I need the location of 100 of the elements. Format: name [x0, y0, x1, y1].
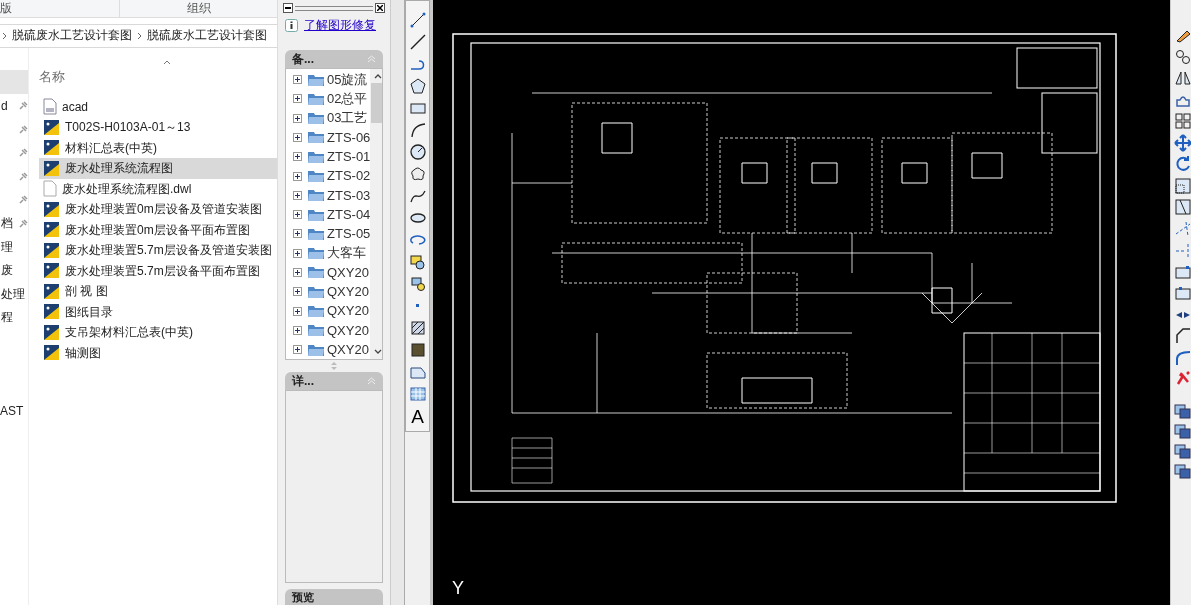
- construction-line-icon[interactable]: [408, 33, 427, 51]
- break-point-icon[interactable]: [1174, 284, 1191, 302]
- expand-icon[interactable]: [293, 229, 302, 239]
- tree-item[interactable]: QXY20: [293, 301, 371, 321]
- layers-icon[interactable]: [1174, 423, 1191, 440]
- tree-item[interactable]: ZTS-05: [293, 224, 371, 244]
- folder-icon: [307, 323, 325, 338]
- rotate-icon[interactable]: [1174, 155, 1191, 173]
- expand-icon[interactable]: [293, 94, 302, 104]
- expand-icon[interactable]: [293, 190, 302, 200]
- tree-item[interactable]: 03工艺: [293, 108, 371, 128]
- text-tool-button[interactable]: A: [411, 407, 424, 427]
- help-link[interactable]: 了解图形修复: [304, 16, 376, 34]
- expand-icon[interactable]: [293, 267, 302, 277]
- nav-item[interactable]: 理: [1, 237, 13, 256]
- column-header[interactable]: 名称: [39, 67, 65, 87]
- file-row[interactable]: 废水处理装置0m层设备及管道安装图: [39, 199, 277, 220]
- layers-icon[interactable]: [1174, 403, 1191, 420]
- address-bar[interactable]: 脱硫废水工艺设计套图 脱硫废水工艺设计套图: [0, 24, 277, 48]
- nav-item[interactable]: 档: [1, 214, 13, 233]
- line-icon[interactable]: [408, 11, 427, 29]
- file-name: 支吊架材料汇总表(中英): [65, 324, 193, 342]
- expand-icon[interactable]: [293, 210, 302, 220]
- file-row[interactable]: acad: [39, 96, 277, 117]
- circle-icon[interactable]: [408, 143, 427, 161]
- folder-icon: [307, 91, 325, 106]
- expand-icon[interactable]: [293, 345, 302, 355]
- file-name: 废水处理装置0m层设备平面布置图: [65, 221, 250, 239]
- minimize-button[interactable]: [283, 3, 293, 13]
- breadcrumb-item[interactable]: 脱硫废水工艺设计套图: [12, 27, 132, 45]
- tree-item[interactable]: ZTS-02: [293, 166, 371, 186]
- layers-icon[interactable]: [1174, 463, 1191, 480]
- chamfer-icon[interactable]: [1174, 327, 1191, 345]
- tree-item[interactable]: 05旋流: [293, 70, 371, 90]
- expand-icon[interactable]: [293, 152, 302, 162]
- folder-icon: [307, 246, 325, 261]
- block-insert-icon[interactable]: [408, 253, 427, 271]
- tree-item[interactable]: ZTS-06: [293, 127, 371, 148]
- file-row[interactable]: 剖 视 图: [39, 281, 277, 302]
- gradient-icon[interactable]: [408, 341, 427, 359]
- drawing-file-icon: [43, 303, 60, 321]
- tree-item[interactable]: QXY20: [293, 262, 371, 283]
- file-row[interactable]: 支吊架材料汇总表(中英): [39, 322, 277, 343]
- expand-icon[interactable]: [293, 248, 302, 258]
- tree-item[interactable]: QXY20: [293, 320, 371, 340]
- file-name: 剖 视 图: [65, 283, 108, 301]
- file-row[interactable]: T002S-H0103A-01～13: [39, 117, 277, 138]
- hatch-icon[interactable]: [408, 319, 427, 337]
- drawing-file-icon: [43, 139, 60, 157]
- tree-item[interactable]: QXY20: [293, 282, 371, 302]
- polygon-icon[interactable]: [408, 77, 427, 95]
- fillet-icon[interactable]: [1174, 348, 1191, 367]
- drawing-canvas[interactable]: Y: [433, 0, 1170, 605]
- tree-item[interactable]: ZTS-04: [293, 204, 371, 225]
- stretch-icon[interactable]: [1174, 198, 1191, 216]
- file-row[interactable]: 废水处理系统流程图: [39, 158, 277, 179]
- nav-item[interactable]: d: [1, 96, 8, 115]
- expand-icon[interactable]: [293, 306, 302, 316]
- layers-icon[interactable]: [1174, 443, 1191, 460]
- nav-item[interactable]: AST: [0, 402, 28, 420]
- copy-icon[interactable]: [1174, 47, 1191, 66]
- file-row[interactable]: 废水处理装置5.7m层设备平面布置图: [39, 260, 277, 281]
- tree-item[interactable]: ZTS-03: [293, 185, 371, 205]
- tree-item[interactable]: 02总平: [293, 89, 371, 109]
- expand-icon[interactable]: [293, 75, 302, 85]
- file-row[interactable]: 废水处理装置5.7m层设备及管道安装图: [39, 240, 277, 261]
- expand-icon[interactable]: [293, 171, 302, 181]
- block-icon[interactable]: [408, 275, 427, 293]
- file-row[interactable]: 轴测图: [39, 342, 277, 363]
- expand-icon[interactable]: [293, 325, 302, 335]
- scroll-thumb[interactable]: [371, 83, 382, 123]
- file-row[interactable]: 废水处理系统流程图.dwl: [39, 178, 277, 199]
- tree-item[interactable]: QXY20: [293, 339, 371, 360]
- section-header[interactable]: 备...: [285, 50, 383, 68]
- tree-item[interactable]: ZTS-01: [293, 147, 371, 167]
- scale-icon[interactable]: [1174, 176, 1191, 195]
- nav-item[interactable]: 废: [1, 261, 13, 280]
- mirror-icon[interactable]: [1174, 69, 1191, 87]
- cloud-icon[interactable]: [408, 165, 427, 183]
- section-header[interactable]: 预览: [285, 589, 383, 605]
- expand-icon[interactable]: [293, 133, 302, 142]
- arc-icon[interactable]: [408, 121, 427, 139]
- script-file-icon: [43, 98, 57, 116]
- tree-item[interactable]: 大客车: [293, 243, 371, 263]
- scrollbar[interactable]: [370, 69, 382, 360]
- chevron-icon: [2, 32, 7, 40]
- array-icon[interactable]: [1174, 112, 1191, 130]
- nav-item[interactable]: 程: [1, 308, 13, 327]
- file-row[interactable]: 图纸目录: [39, 301, 277, 322]
- expand-icon[interactable]: [293, 287, 302, 297]
- breadcrumb-item[interactable]: 脱硫废水工艺设计套图: [147, 27, 267, 45]
- nav-item[interactable]: 处理: [1, 284, 25, 303]
- table-icon[interactable]: [408, 385, 427, 403]
- file-row[interactable]: 废水处理装置0m层设备平面布置图: [39, 219, 277, 240]
- close-button[interactable]: [375, 3, 385, 13]
- section-header[interactable]: 详...: [285, 372, 383, 391]
- expand-icon[interactable]: [293, 113, 302, 123]
- move-icon[interactable]: [1174, 133, 1191, 152]
- splitter-grip-icon[interactable]: [330, 361, 338, 372]
- file-row[interactable]: 材料汇总表(中英): [39, 137, 277, 158]
